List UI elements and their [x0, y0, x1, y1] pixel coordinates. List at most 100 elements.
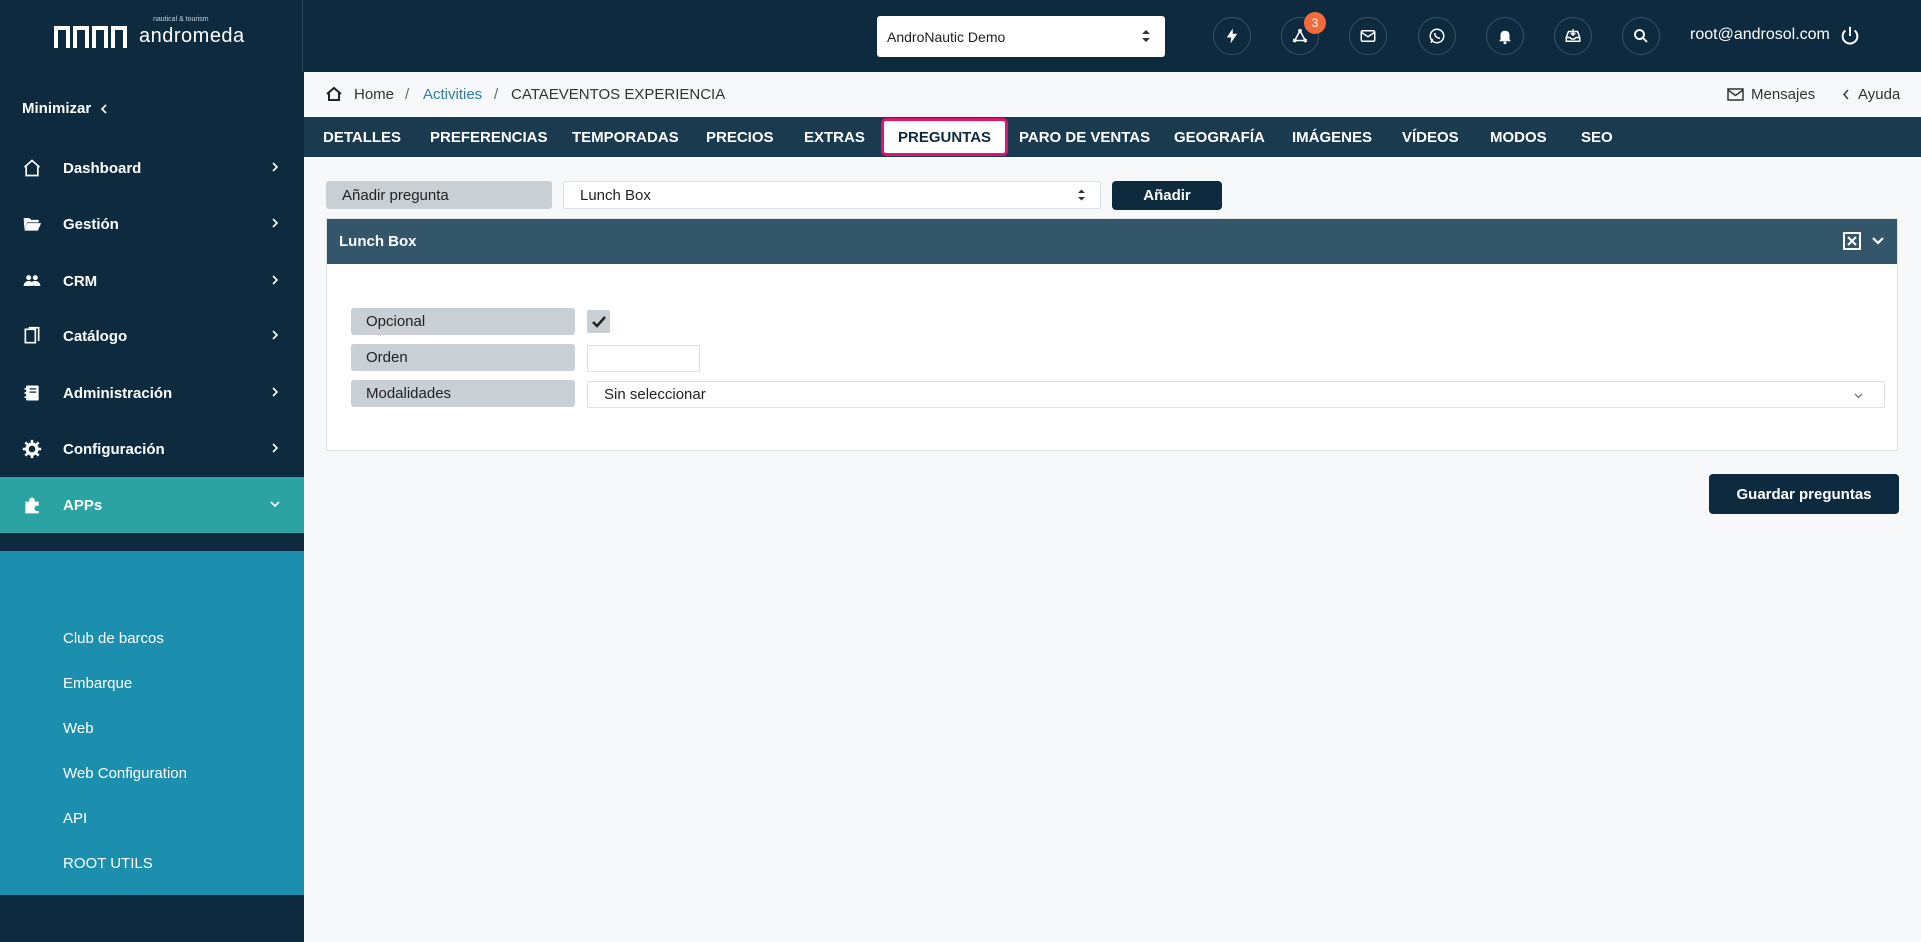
chevron-right-icon: [272, 387, 279, 397]
book-icon: [24, 326, 40, 344]
question-panel-title: Lunch Box: [339, 233, 417, 250]
folder-open-icon: [23, 218, 42, 231]
submenu-item-club-de-barcos[interactable]: Club de barcos: [63, 630, 164, 647]
tab-geografia[interactable]: GEOGRAFÍA: [1174, 117, 1265, 157]
logo-subtitle: nautical & tourism: [153, 15, 209, 23]
organization-select-value: AndroNautic Demo: [887, 28, 1006, 45]
users-icon: [23, 275, 41, 286]
submenu-item-root-utils[interactable]: ROOT UTILS: [63, 855, 153, 872]
save-questions-button[interactable]: Guardar preguntas: [1709, 474, 1899, 514]
add-question-label: Añadir pregunta: [326, 181, 552, 209]
tab-preguntas[interactable]: PREGUNTAS: [881, 118, 1009, 156]
sidebar-item-label: Administración: [63, 384, 173, 402]
sidebar-item-catalogo[interactable]: Catálogo: [0, 308, 304, 364]
sidebar-item-administracion[interactable]: Administración: [0, 365, 304, 421]
select-arrows-icon: [1078, 189, 1085, 201]
search-icon: [1634, 29, 1648, 43]
inbox-download-icon: [1565, 29, 1581, 42]
top-bar: nautical & tourism andromeda AndroNautic…: [0, 0, 1921, 72]
puzzle-icon: [25, 497, 39, 514]
whatsapp-icon: [1429, 28, 1445, 44]
messages-link[interactable]: Mensajes: [1727, 86, 1815, 103]
sidebar-item-dashboard[interactable]: Dashboard: [0, 140, 304, 196]
tab-videos[interactable]: VÍDEOS: [1402, 117, 1459, 157]
sidebar-item-label: Configuración: [63, 440, 165, 458]
whatsapp-button[interactable]: [1418, 17, 1456, 55]
home-icon: [23, 159, 41, 177]
logo[interactable]: nautical & tourism andromeda: [0, 0, 303, 72]
help-link[interactable]: Ayuda: [1842, 86, 1900, 103]
user-email[interactable]: root@androsol.com: [1690, 26, 1830, 44]
apps-submenu: Club de barcos Embarque Web Web Configur…: [0, 551, 304, 895]
tab-seo[interactable]: SEO: [1581, 117, 1613, 157]
quick-actions-button[interactable]: [1213, 17, 1251, 55]
modalities-select-value: Sin seleccionar: [604, 386, 706, 403]
breadcrumb: Home / Activities / CATAEVENTOS EXPERIEN…: [304, 72, 1921, 117]
tab-bar: DETALLES PREFERENCIAS TEMPORADAS PRECIOS…: [304, 117, 1921, 157]
breadcrumb-activities[interactable]: Activities: [423, 86, 482, 103]
chevron-left-icon: [101, 103, 107, 114]
close-box-icon[interactable]: [1843, 232, 1861, 250]
question-panel-header[interactable]: Lunch Box: [327, 219, 1897, 264]
sidebar-item-label: Catálogo: [63, 327, 128, 345]
add-question-button[interactable]: Añadir: [1112, 181, 1222, 210]
ledger-icon: [24, 385, 39, 401]
question-select-value: Lunch Box: [580, 186, 651, 204]
envelope-icon: [1360, 30, 1376, 42]
inbox-button[interactable]: [1554, 17, 1592, 55]
tab-imagenes[interactable]: IMÁGENES: [1292, 117, 1372, 157]
chevron-right-icon: [272, 218, 279, 228]
chevron-right-icon: [272, 443, 279, 453]
breadcrumb-home[interactable]: Home: [354, 86, 394, 103]
logo-mark-icon: [54, 24, 127, 48]
sidebar: Minimizar Dashboard Gestión CRM Catálogo…: [0, 72, 304, 942]
envelope-icon: [1727, 88, 1744, 101]
chevron-down-icon[interactable]: [1871, 234, 1885, 248]
sidebar-item-label: Gestión: [63, 215, 119, 233]
sidebar-item-configuracion[interactable]: Configuración: [0, 421, 304, 477]
submenu-item-api[interactable]: API: [63, 810, 87, 827]
search-button[interactable]: [1622, 17, 1660, 55]
email-button[interactable]: [1349, 17, 1387, 55]
tab-modos[interactable]: MODOS: [1490, 117, 1547, 157]
tab-precios[interactable]: PRECIOS: [706, 117, 774, 157]
tab-paro-de-ventas[interactable]: PARO DE VENTAS: [1019, 117, 1150, 157]
sidebar-item-label: CRM: [63, 272, 98, 290]
sidebar-item-label: APPs: [63, 496, 103, 514]
sidebar-item-crm[interactable]: CRM: [0, 253, 304, 309]
submenu-item-web-configuration[interactable]: Web Configuration: [63, 765, 187, 782]
messages-label: Mensajes: [1751, 86, 1816, 103]
breadcrumb-current: CATAEVENTOS EXPERIENCIA: [511, 86, 726, 103]
modalities-select[interactable]: Sin seleccionar: [587, 381, 1885, 408]
chevron-right-icon: [272, 162, 279, 172]
question-panel: Lunch Box Opcional Orden Modalidades Sin…: [326, 218, 1898, 451]
gear-icon: [22, 439, 42, 459]
optional-checkbox[interactable]: [587, 310, 610, 333]
home-icon[interactable]: [326, 86, 342, 102]
chevron-down-icon: [1854, 393, 1863, 399]
submenu-item-web[interactable]: Web: [63, 720, 94, 737]
organization-select[interactable]: AndroNautic Demo: [877, 16, 1165, 57]
select-arrows-icon: [1142, 30, 1150, 42]
lightning-icon: [1226, 28, 1238, 44]
question-select[interactable]: Lunch Box: [563, 181, 1101, 209]
tab-preferencias[interactable]: PREFERENCIAS: [430, 117, 548, 157]
tab-extras[interactable]: EXTRAS: [804, 117, 865, 157]
sidebar-item-apps[interactable]: APPs: [0, 477, 304, 533]
optional-label: Opcional: [351, 308, 575, 335]
tab-temporadas[interactable]: TEMPORADAS: [572, 117, 679, 157]
chevron-left-icon: [1843, 89, 1849, 100]
tab-detalles[interactable]: DETALLES: [323, 117, 401, 157]
power-icon[interactable]: [1839, 25, 1861, 47]
checkmark-icon: [591, 315, 606, 328]
order-label: Orden: [351, 344, 575, 371]
chevron-right-icon: [272, 330, 279, 340]
order-input[interactable]: [587, 345, 700, 372]
chevron-right-icon: [272, 275, 279, 285]
notifications-button[interactable]: [1486, 17, 1524, 55]
modalities-label: Modalidades: [351, 380, 575, 407]
minimize-sidebar-button[interactable]: Minimizar: [22, 100, 109, 117]
submenu-item-embarque[interactable]: Embarque: [63, 675, 132, 692]
workflow-button[interactable]: 3: [1281, 12, 1326, 55]
sidebar-item-gestion[interactable]: Gestión: [0, 196, 304, 252]
